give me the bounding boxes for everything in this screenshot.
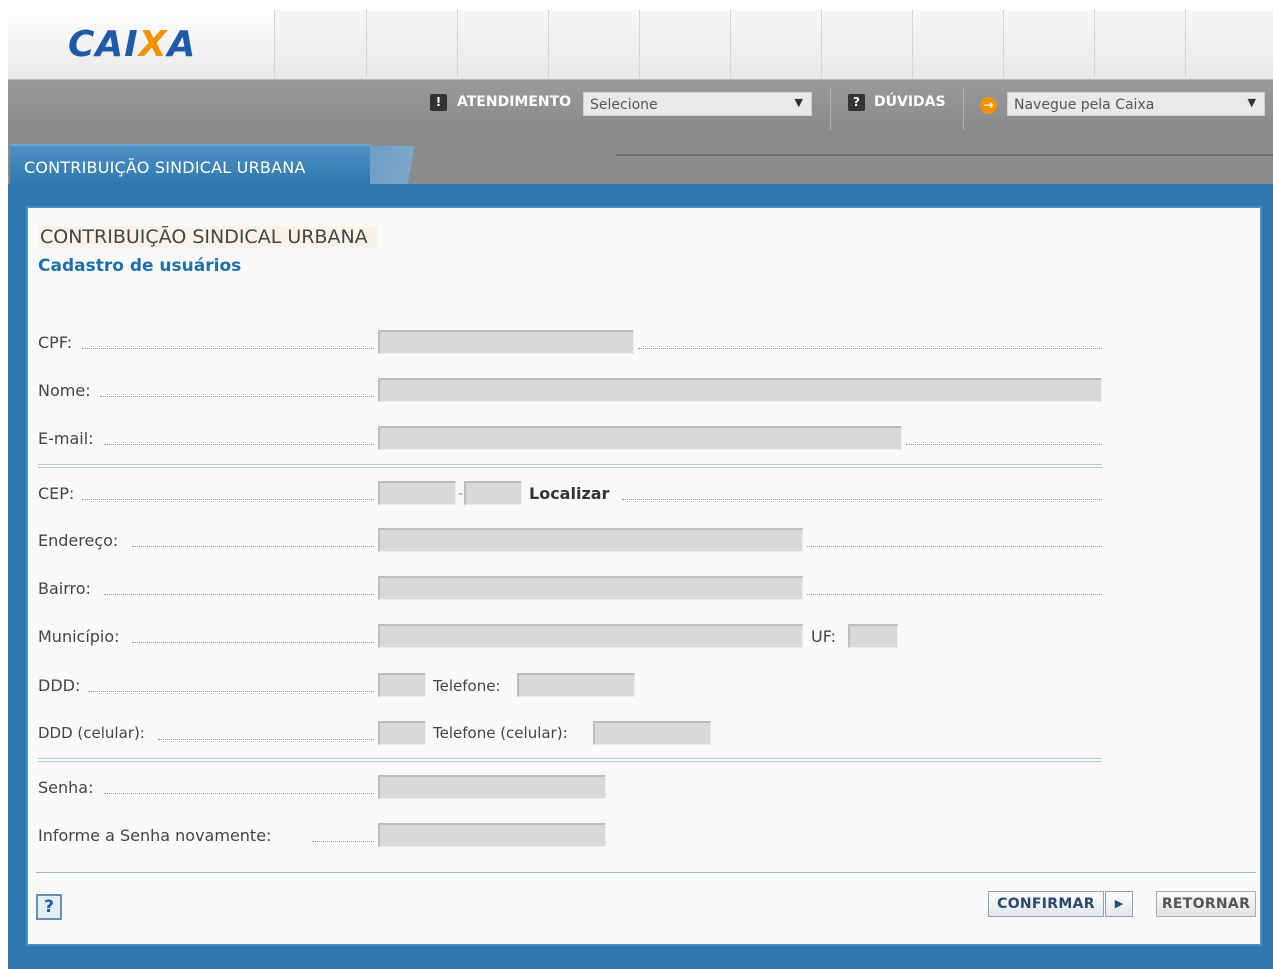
- page-title: CONTRIBUIÇÃO SINDICAL URBANA: [38, 226, 378, 248]
- header-cell: [1185, 10, 1273, 78]
- tab-shadow: [368, 146, 438, 184]
- leader-dots: [82, 348, 374, 349]
- uf-input[interactable]: [848, 624, 898, 648]
- leader-dots: [906, 444, 1102, 445]
- play-arrow-icon[interactable]: ▶: [1105, 891, 1133, 917]
- leader-dots: [88, 691, 374, 692]
- telefone-celular-input[interactable]: [593, 721, 711, 745]
- atendimento-label: ATENDIMENTO: [457, 94, 572, 110]
- confirm-button[interactable]: CONFIRMAR: [988, 891, 1104, 917]
- logo-text-x: X: [138, 24, 168, 65]
- atendimento-select-value: Selecione: [590, 97, 658, 113]
- ddd-label: DDD:: [38, 676, 81, 695]
- senha-confirm-input[interactable]: [378, 823, 606, 847]
- leader-dots: [100, 396, 374, 397]
- tab-label: CONTRIBUIÇÃO SINDICAL URBANA: [24, 158, 306, 177]
- header-cell: [366, 10, 457, 78]
- tab-divider: [616, 154, 1273, 156]
- localizar-link[interactable]: Localizar: [529, 484, 609, 503]
- question-icon: ?: [848, 94, 865, 111]
- leader-dots: [132, 642, 374, 643]
- arrow-right-icon: →: [980, 97, 997, 114]
- nome-label: Nome:: [38, 381, 91, 400]
- endereco-label: Endereço:: [38, 531, 119, 550]
- header-cell: [639, 10, 730, 78]
- top-header: CAIXA: [8, 10, 1273, 80]
- nome-input[interactable]: [378, 378, 1102, 402]
- leader-dots: [104, 594, 374, 595]
- leader-dots: [807, 594, 1102, 595]
- footer-divider: [36, 872, 1256, 873]
- telefone-celular-label: Telefone (celular):: [433, 724, 568, 742]
- form-panel: CONTRIBUIÇÃO SINDICAL URBANA Cadastro de…: [26, 206, 1262, 946]
- nav-divider: [963, 88, 964, 130]
- municipio-input[interactable]: [378, 624, 803, 648]
- leader-dots: [622, 499, 1102, 500]
- header-cell: [274, 10, 366, 78]
- uf-label: UF:: [811, 627, 837, 646]
- cep-suffix-input[interactable]: [464, 481, 522, 505]
- chevron-down-icon: ▼: [794, 96, 803, 109]
- endereco-input[interactable]: [378, 528, 803, 552]
- header-cell: [1094, 10, 1185, 78]
- logo-text-b: A: [167, 24, 197, 65]
- navegue-select-value: Navegue pela Caixa: [1014, 97, 1155, 113]
- tab-bar: CONTRIBUIÇÃO SINDICAL URBANA: [8, 132, 1273, 184]
- cep-prefix-input[interactable]: [378, 481, 456, 505]
- content-frame: CONTRIBUIÇÃO SINDICAL URBANA Cadastro de…: [8, 184, 1273, 969]
- header-cell: [821, 10, 912, 78]
- header-cell: [548, 10, 639, 78]
- leader-dots: [638, 348, 1102, 349]
- telefone-input[interactable]: [517, 673, 635, 697]
- header-cell: [730, 10, 821, 78]
- bairro-label: Bairro:: [38, 579, 91, 598]
- cpf-label: CPF:: [38, 333, 73, 352]
- logo-container[interactable]: CAIXA: [8, 10, 274, 78]
- chevron-down-icon: ▼: [1247, 96, 1256, 109]
- email-input[interactable]: [378, 426, 902, 450]
- nav-divider: [830, 88, 831, 130]
- bairro-input[interactable]: [378, 576, 803, 600]
- tab-contribuicao-sindical[interactable]: CONTRIBUIÇÃO SINDICAL URBANA: [10, 144, 370, 184]
- help-button[interactable]: ?: [36, 894, 62, 920]
- senha-confirm-label: Informe a Senha novamente:: [38, 826, 272, 845]
- section-divider: [38, 758, 1102, 762]
- header-cell: [457, 10, 548, 78]
- duvidas-link[interactable]: DÚVIDAS: [874, 94, 946, 110]
- senha-input[interactable]: [378, 775, 606, 799]
- ddd-input[interactable]: [378, 673, 426, 697]
- leader-dots: [104, 793, 374, 794]
- leader-dots: [312, 841, 374, 842]
- telefone-label: Telefone:: [433, 677, 501, 695]
- leader-dots: [807, 546, 1102, 547]
- cpf-input[interactable]: [378, 330, 634, 354]
- leader-dots: [104, 444, 374, 445]
- leader-dots: [132, 546, 374, 547]
- cep-separator: -: [458, 484, 464, 502]
- ddd-celular-input[interactable]: [378, 721, 426, 745]
- senha-label: Senha:: [38, 778, 94, 797]
- email-label: E-mail:: [38, 429, 94, 448]
- leader-dots: [158, 739, 374, 740]
- cep-label: CEP:: [38, 484, 75, 503]
- municipio-label: Município:: [38, 627, 120, 646]
- header-cell: [912, 10, 1003, 78]
- page-subtitle: Cadastro de usuários: [38, 256, 242, 276]
- exclamation-icon: !: [430, 94, 447, 111]
- retornar-button[interactable]: RETORNAR: [1156, 891, 1256, 917]
- atendimento-select[interactable]: Selecione ▼: [583, 92, 812, 116]
- caixa-logo[interactable]: CAIXA: [68, 24, 196, 65]
- section-divider: [38, 464, 1102, 468]
- leader-dots: [82, 499, 374, 500]
- header-cell: [1003, 10, 1094, 78]
- navegue-select[interactable]: Navegue pela Caixa ▼: [1007, 92, 1265, 116]
- logo-text-a: CAI: [68, 24, 139, 65]
- ddd-celular-label: DDD (celular):: [38, 724, 145, 742]
- nav-bar: ! ATENDIMENTO Selecione ▼ ? DÚVIDAS → Na…: [8, 80, 1273, 132]
